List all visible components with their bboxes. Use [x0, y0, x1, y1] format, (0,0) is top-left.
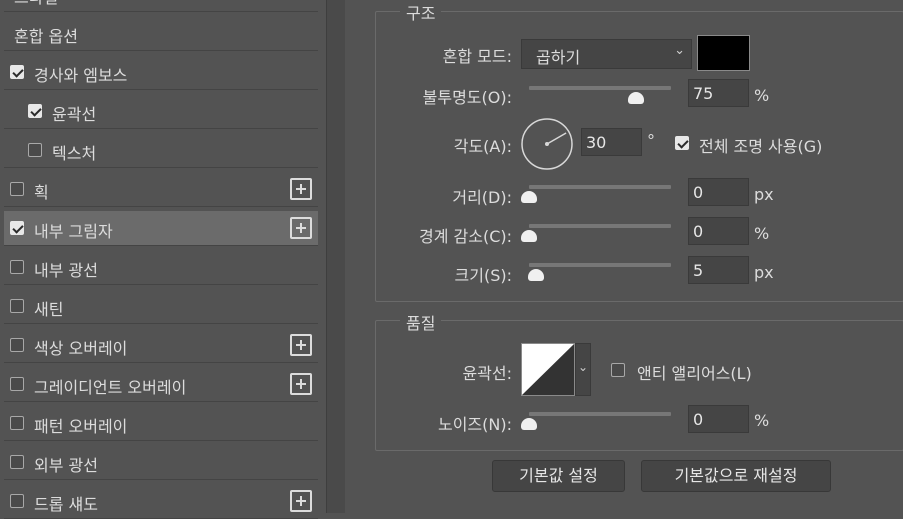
style-row-label: 스타일 [14, 0, 58, 8]
style-row[interactable]: 새틴 [4, 289, 318, 324]
angle-label: 각도(A): [453, 137, 512, 156]
size-slider-track[interactable] [529, 263, 671, 267]
style-row-label: 혼합 옵션 [14, 27, 78, 46]
style-row[interactable]: 스타일 [4, 0, 318, 12]
style-row[interactable]: 색상 오버레이 [4, 328, 318, 363]
size-unit: px [754, 263, 774, 282]
style-checkbox[interactable] [10, 455, 24, 469]
style-row-label: 드롭 섀도 [34, 495, 98, 514]
style-row-label: 그레이디언트 오버레이 [34, 378, 187, 397]
opacity-slider-track[interactable] [529, 86, 671, 90]
structure-title: 구조 [400, 0, 442, 24]
styles-list-panel: 스타일혼합 옵션경사와 엠보스윤곽선텍스처획내부 그림자내부 광선새틴색상 오버… [0, 0, 326, 519]
style-checkbox[interactable] [10, 65, 24, 79]
chevron-down-icon: ⌄ [578, 360, 589, 374]
style-row[interactable]: 내부 그림자 [4, 211, 318, 246]
style-row-label: 내부 광선 [34, 261, 98, 280]
blend-mode-label: 혼합 모드: [442, 47, 512, 66]
distance-slider-track[interactable] [529, 185, 671, 189]
style-row-label: 텍스처 [52, 144, 97, 163]
noise-slider-track[interactable] [529, 412, 671, 416]
angle-input[interactable]: 30 [581, 128, 642, 156]
opacity-unit: % [754, 86, 770, 105]
style-checkbox[interactable] [10, 182, 24, 196]
style-row-label: 패턴 오버레이 [34, 417, 128, 436]
style-row[interactable]: 패턴 오버레이 [4, 406, 318, 441]
style-checkbox[interactable] [10, 299, 24, 313]
add-icon[interactable] [290, 217, 312, 239]
noise-unit: % [754, 411, 770, 430]
size-label: 크기(S): [454, 266, 512, 285]
style-row[interactable]: 그레이디언트 오버레이 [4, 367, 318, 402]
quality-title: 품질 [400, 310, 442, 334]
add-icon[interactable] [290, 373, 312, 395]
choke-slider-track[interactable] [529, 224, 671, 228]
style-checkbox[interactable] [10, 338, 24, 352]
global-light-checkbox[interactable] [675, 136, 689, 150]
distance-label: 거리(D): [452, 188, 512, 207]
style-checkbox[interactable] [28, 143, 42, 157]
styles-list-scrollbar[interactable] [326, 0, 345, 513]
angle-unit: ° [647, 131, 655, 150]
style-row-label: 윤곽선 [52, 105, 97, 124]
distance-unit: px [754, 185, 774, 204]
choke-label: 경계 감소(C): [418, 227, 512, 246]
distance-input[interactable]: 0 [688, 178, 749, 206]
add-icon[interactable] [290, 178, 312, 200]
contour-picker[interactable]: ⌄ [521, 343, 591, 396]
contour-label: 윤곽선: [462, 364, 512, 383]
style-checkbox[interactable] [10, 377, 24, 391]
size-input[interactable]: 5 [688, 256, 749, 284]
opacity-input[interactable]: 75 [688, 79, 749, 107]
style-row[interactable]: 드롭 섀도 [4, 484, 318, 519]
style-row-label: 외부 광선 [34, 456, 98, 475]
blend-mode-value: 곱하기 [536, 48, 581, 67]
style-row-label: 새틴 [34, 300, 64, 319]
style-row[interactable]: 획 [4, 172, 318, 207]
style-row[interactable]: 경사와 엠보스 [4, 55, 318, 90]
opacity-label: 불투명도(O): [422, 88, 512, 107]
choke-unit: % [754, 224, 770, 243]
style-row-label: 내부 그림자 [34, 222, 113, 241]
anti-alias-checkbox[interactable] [611, 363, 625, 377]
noise-label: 노이즈(N): [437, 415, 512, 434]
style-row[interactable]: 텍스처 [4, 133, 318, 168]
noise-input[interactable]: 0 [688, 405, 749, 433]
blend-mode-dropdown[interactable]: 곱하기 ⌄ [521, 39, 692, 69]
style-row[interactable]: 윤곽선 [4, 94, 318, 129]
style-row-label: 획 [34, 183, 49, 202]
chevron-down-icon: ⌄ [674, 43, 685, 58]
anti-alias-label: 앤티 앨리어스(L) [637, 364, 752, 383]
style-row[interactable]: 외부 광선 [4, 445, 318, 480]
style-checkbox[interactable] [10, 416, 24, 430]
style-row-label: 경사와 엠보스 [34, 66, 128, 85]
style-checkbox[interactable] [28, 104, 42, 118]
reset-default-button[interactable]: 기본값으로 재설정 [641, 460, 831, 492]
global-light-label: 전체 조명 사용(G) [699, 137, 823, 156]
add-icon[interactable] [290, 490, 312, 512]
contour-preview[interactable] [521, 343, 575, 396]
make-default-button[interactable]: 기본값 설정 [492, 460, 625, 492]
style-row[interactable]: 혼합 옵션 [4, 16, 318, 51]
style-checkbox[interactable] [10, 221, 24, 235]
add-icon[interactable] [290, 334, 312, 356]
contour-dropdown-button[interactable]: ⌄ [575, 343, 591, 396]
style-checkbox[interactable] [10, 260, 24, 274]
angle-dial[interactable] [520, 117, 574, 171]
choke-input[interactable]: 0 [688, 217, 749, 245]
blend-color-swatch[interactable] [697, 35, 750, 71]
style-row-label: 색상 오버레이 [34, 339, 128, 358]
style-checkbox[interactable] [10, 494, 24, 508]
style-row[interactable]: 내부 광선 [4, 250, 318, 285]
